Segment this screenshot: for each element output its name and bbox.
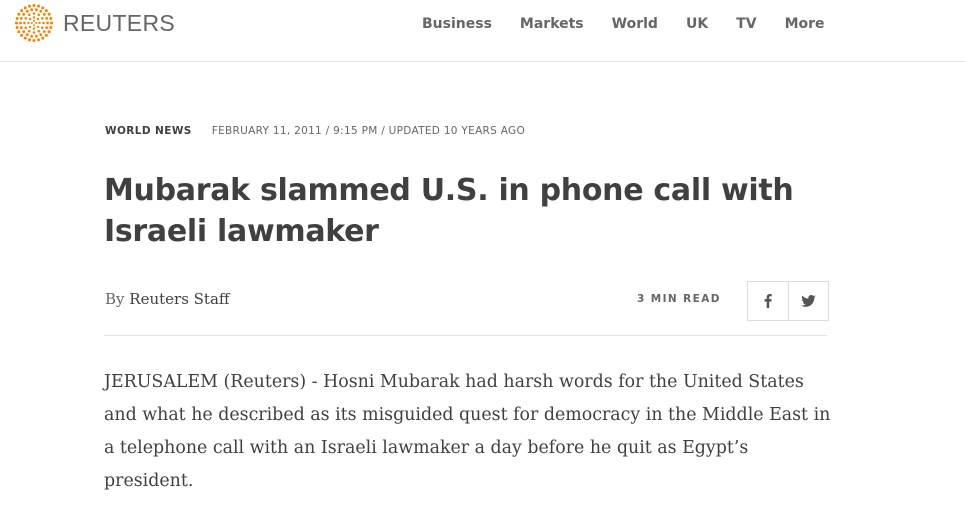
byline-author[interactable]: Reuters Staff xyxy=(129,290,229,308)
nav-item-markets[interactable]: Markets xyxy=(520,15,584,33)
byline-divider xyxy=(104,335,827,336)
share-twitter-button[interactable] xyxy=(788,282,828,320)
read-time: 3 MIN READ xyxy=(637,293,721,305)
article-lead-paragraph: JERUSALEM (Reuters) - Hosni Mubarak had … xyxy=(104,372,831,491)
nav-item-more[interactable]: More xyxy=(785,15,825,33)
share-facebook-button[interactable] xyxy=(748,282,788,320)
article-byline: By Reuters Staff xyxy=(105,290,230,308)
twitter-icon xyxy=(801,295,816,307)
brand-name: REUTERS xyxy=(63,9,176,36)
main-nav: Business Markets World UK TV More xyxy=(422,15,853,33)
byline-prefix: By xyxy=(105,290,125,308)
share-buttons xyxy=(747,281,829,321)
facebook-icon xyxy=(764,294,772,308)
nav-item-business[interactable]: Business xyxy=(422,15,492,33)
nav-item-uk[interactable]: UK xyxy=(686,15,708,33)
article-dateline: FEBRUARY 11, 2011 / 9:15 PM / UPDATED 10… xyxy=(211,125,526,137)
site-header: REUTERS Business Markets World UK TV Mor… xyxy=(0,0,965,62)
reuters-logo[interactable]: REUTERS xyxy=(14,3,175,43)
article-meta: WORLD NEWS FEBRUARY 11, 2011 / 9:15 PM /… xyxy=(105,125,525,137)
nav-item-tv[interactable]: TV xyxy=(736,15,756,33)
article-headline: Mubarak slammed U.S. in phone call with … xyxy=(104,173,794,249)
reuters-logo-icon xyxy=(15,4,53,42)
section-link[interactable]: WORLD NEWS xyxy=(105,125,192,137)
nav-item-world[interactable]: World xyxy=(612,15,658,33)
